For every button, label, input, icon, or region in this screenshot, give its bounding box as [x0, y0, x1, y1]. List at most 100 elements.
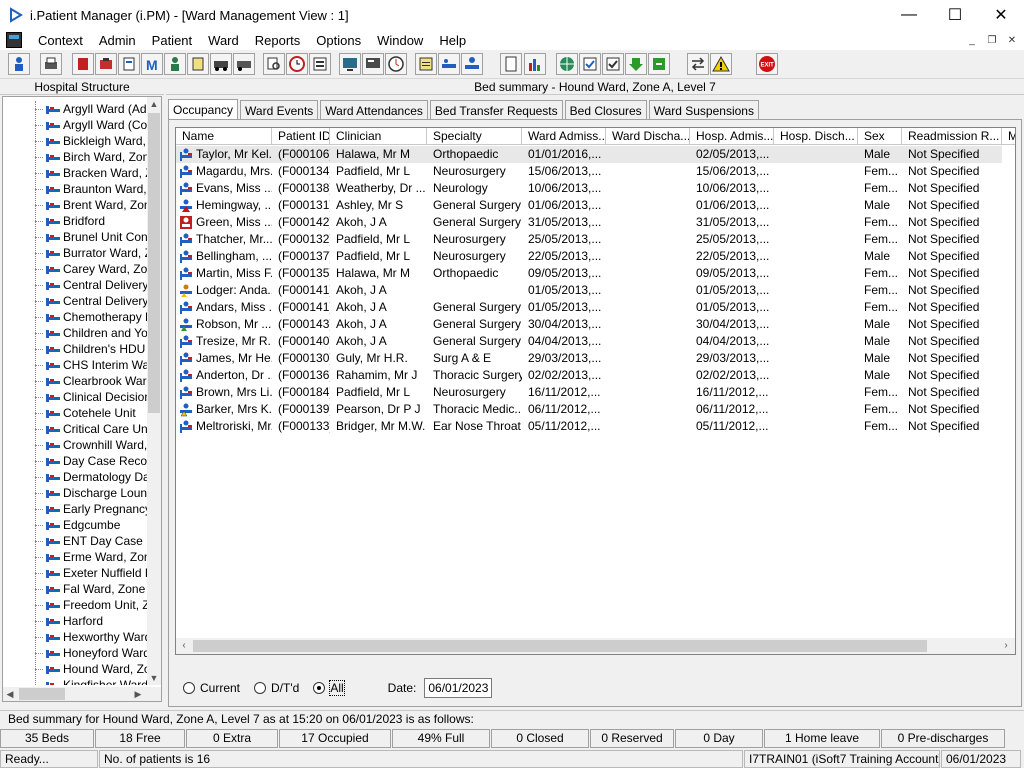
exit-icon[interactable]: EXIT	[756, 53, 778, 75]
bar-chart-icon[interactable]	[524, 53, 546, 75]
tree-item-ward[interactable]: Day Case Recov	[3, 453, 149, 469]
tree-item-ward[interactable]: Bickleigh Ward, Z	[3, 133, 149, 149]
column-header[interactable]: Hosp. Admis...	[690, 128, 774, 145]
table-row[interactable]: Tresize, Mr R... (F000140) Akoh, J A Genera…	[176, 333, 1002, 350]
tree-vertical-scrollbar[interactable]: ▲ ▼	[147, 97, 161, 685]
tree-item-ward[interactable]: Erme Ward, Zone	[3, 549, 149, 565]
tree-item-ward[interactable]: Kingfisher Ward	[3, 677, 149, 685]
tree-item-ward[interactable]: Burrator Ward, Zo	[3, 245, 149, 261]
tree-item-ward[interactable]: Clearbrook Ward	[3, 373, 149, 389]
column-header[interactable]: M	[1002, 128, 1015, 145]
ambulance-icon[interactable]	[210, 53, 232, 75]
tree-item-ward[interactable]: Brunel Unit Contin	[3, 229, 149, 245]
table-row[interactable]: Evans, Miss ... (F000138) Weatherby, Dr ..…	[176, 180, 1002, 197]
patient-search-icon[interactable]	[8, 53, 30, 75]
menu-reports[interactable]: Reports	[247, 33, 309, 48]
menu-window[interactable]: Window	[369, 33, 431, 48]
table-row[interactable]: Green, Miss ... (F000142) Akoh, J A General…	[176, 214, 1002, 231]
bed-patient-icon[interactable]	[461, 53, 483, 75]
tree-item-ward[interactable]: Clinical Decision	[3, 389, 149, 405]
radio-dtd-dot[interactable]	[254, 682, 267, 694]
notepad-icon[interactable]	[187, 53, 209, 75]
tree-item-ward[interactable]: Dermatology Day	[3, 469, 149, 485]
tree-item-ward[interactable]: Critical Care Unit	[3, 421, 149, 437]
clock-icon[interactable]	[286, 53, 308, 75]
document-icon[interactable]	[118, 53, 140, 75]
menu-patient[interactable]: Patient	[144, 33, 200, 48]
tree-item-ward[interactable]: Exeter Nuffield H	[3, 565, 149, 581]
scroll-left-arrow-icon[interactable]: ◀	[3, 687, 17, 701]
date-input[interactable]	[424, 678, 493, 698]
radio-current-dot[interactable]	[183, 682, 195, 694]
mail-m-icon[interactable]: M	[141, 53, 163, 75]
tree-item-ward[interactable]: Birch Ward, Zone	[3, 149, 149, 165]
check-doc-icon[interactable]	[579, 53, 601, 75]
grid-horizontal-scrollbar[interactable]: ‹ ›	[176, 638, 1015, 654]
tree-item-ward[interactable]: Crownhill Ward, Z	[3, 437, 149, 453]
mdi-close-button[interactable]: ✕	[1002, 32, 1022, 48]
menu-admin[interactable]: Admin	[91, 33, 144, 48]
table-row[interactable]: Bellingham, ... (F000137) Padfield, Mr L Ne…	[176, 248, 1002, 265]
globe-icon[interactable]	[556, 53, 578, 75]
tree-item-ward[interactable]: Chemotherapy D	[3, 309, 149, 325]
table-row[interactable]: Magardu, Mrs... (F000134) Padfield, Mr L Ne…	[176, 163, 1002, 180]
table-row[interactable]: Lodger: Anda... (F000141) Akoh, J A 01/05/2…	[176, 282, 1002, 299]
column-header[interactable]: Patient ID	[272, 128, 330, 145]
list-window-icon[interactable]	[309, 53, 331, 75]
tree-item-ward[interactable]: CHS Interim Ward	[3, 357, 149, 373]
table-row[interactable]: Meltroriski, Mr... (F000133) Bridger, Mr M…	[176, 418, 1002, 435]
tree-item-ward[interactable]: Hound Ward, Zo	[3, 661, 149, 677]
tree-item-ward[interactable]: Hexworthy Ward,	[3, 629, 149, 645]
warning-icon[interactable]	[710, 53, 732, 75]
green-arrow-down-icon[interactable]	[625, 53, 647, 75]
tree-scroll-thumb[interactable]	[148, 113, 160, 413]
red-book-icon[interactable]	[72, 53, 94, 75]
column-header[interactable]: Sex	[858, 128, 902, 145]
table-row[interactable]: Andars, Miss ... (F000141) Akoh, J A Genera…	[176, 299, 1002, 316]
screen-icon[interactable]	[339, 53, 361, 75]
scroll-down-arrow-icon[interactable]: ▼	[147, 671, 161, 685]
column-header[interactable]: Clinician	[330, 128, 427, 145]
tab-ward-events[interactable]: Ward Events	[240, 100, 319, 120]
table-row[interactable]: Barker, Mrs K... (F000139) Pearson, Dr P J…	[176, 401, 1002, 418]
green-transfer-icon[interactable]	[648, 53, 670, 75]
table-row[interactable]: Taylor, Mr Kel... (F000106) Halawa, Mr M Or…	[176, 146, 1002, 163]
grid-scroll-thumb[interactable]	[193, 640, 927, 652]
column-header[interactable]: Ward Admiss...	[522, 128, 606, 145]
menu-ward[interactable]: Ward	[200, 33, 247, 48]
notes-icon[interactable]	[415, 53, 437, 75]
grid-scroll-right-arrow-icon[interactable]: ›	[998, 638, 1014, 654]
table-row[interactable]: Anderton, Dr ... (F000136) Rahamim, Mr J Th…	[176, 367, 1002, 384]
grid-scroll-left-arrow-icon[interactable]: ‹	[176, 638, 192, 654]
tree-item-ward[interactable]: Children's HDU (N	[3, 341, 149, 357]
table-row[interactable]: Martin, Miss F... (F000135) Halawa, Mr M Or…	[176, 265, 1002, 282]
tree-item-ward[interactable]: Brent Ward, Zone	[3, 197, 149, 213]
scroll-right-arrow-icon[interactable]: ▶	[131, 687, 145, 701]
tree-hscroll-thumb[interactable]	[19, 688, 65, 700]
column-header[interactable]: Readmission R...	[902, 128, 1002, 145]
bed-transfer-icon[interactable]	[438, 53, 460, 75]
radio-dtd[interactable]: D/T'd	[254, 681, 299, 695]
timer-icon[interactable]	[385, 53, 407, 75]
column-header[interactable]: Specialty	[427, 128, 522, 145]
print-icon[interactable]	[40, 53, 62, 75]
tree-horizontal-scrollbar[interactable]: ◀ ▶	[3, 687, 161, 701]
tree-item-ward[interactable]: Central Delivery S	[3, 293, 149, 309]
radio-all-dot[interactable]	[313, 682, 326, 694]
tree-item-ward[interactable]: Discharge Loung	[3, 485, 149, 501]
tree-item-ward[interactable]: Bridford	[3, 213, 149, 229]
tree-item-ward[interactable]: Edgcumbe	[3, 517, 149, 533]
table-row[interactable]: Hemingway, ... (F000131) Ashley, Mr S Gener…	[176, 197, 1002, 214]
tree-item-ward[interactable]: Braunton Ward, Z	[3, 181, 149, 197]
table-row[interactable]: Brown, Mrs Li... (F000184) Padfield, Mr L N…	[176, 384, 1002, 401]
tree-item-ward[interactable]: Argyll Ward (Adul	[3, 101, 149, 117]
blank-page-icon[interactable]	[500, 53, 522, 75]
maximize-button[interactable]: ☐	[932, 0, 978, 30]
tree-item-ward[interactable]: Carey Ward, Zon	[3, 261, 149, 277]
check-list-icon[interactable]	[602, 53, 624, 75]
tree-item-ward[interactable]: Argyll Ward (Cots	[3, 117, 149, 133]
tree-item-ward[interactable]: Cotehele Unit	[3, 405, 149, 421]
radio-current[interactable]: Current	[183, 681, 240, 695]
tree-item-ward[interactable]: ENT Day Case U	[3, 533, 149, 549]
screen-edit-icon[interactable]	[362, 53, 384, 75]
